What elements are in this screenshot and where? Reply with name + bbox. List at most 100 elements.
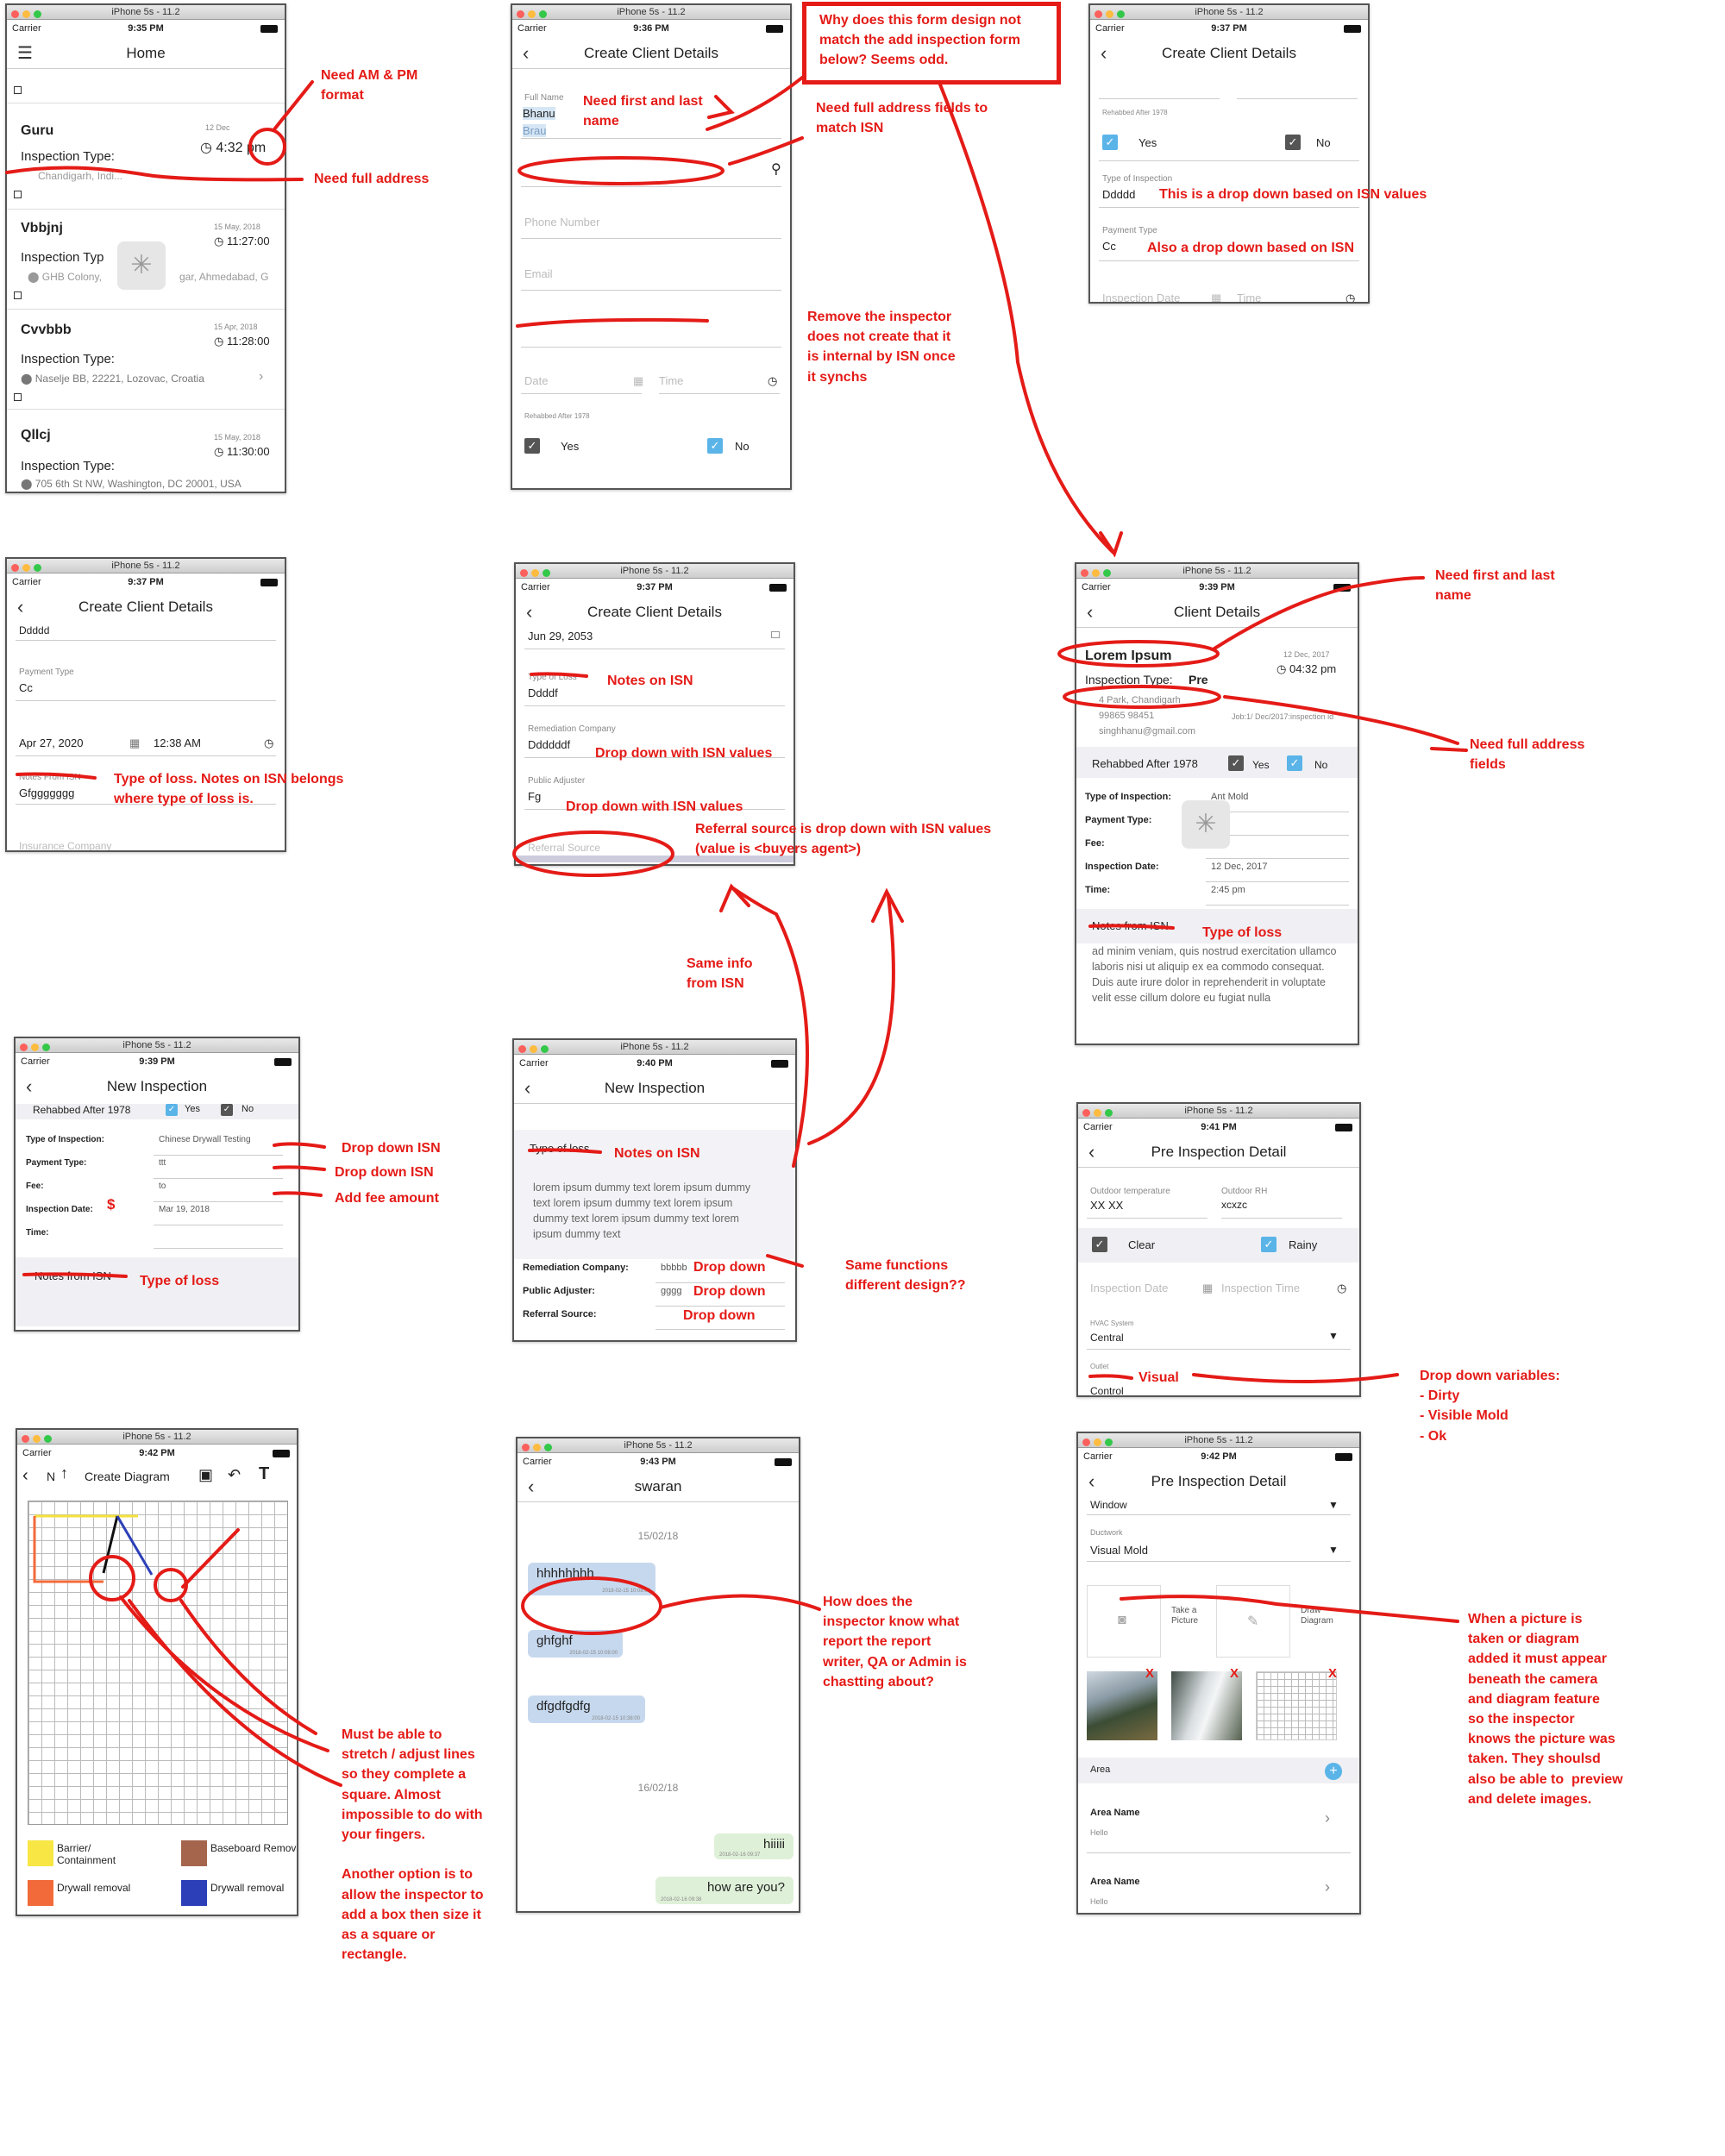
type-of-loss-field[interactable]: Ddddf [528, 686, 558, 699]
chat-bubble[interactable]: dfgdfgdfg 2018-02-15 10:38:00 [528, 1695, 645, 1723]
back-icon[interactable]: ‹ [526, 597, 532, 628]
yes-label: Yes [1138, 136, 1157, 149]
ductwork-select[interactable]: Visual Mold [1090, 1544, 1148, 1557]
insurance-company-field[interactable]: Insurance Company [19, 840, 111, 850]
checkbox[interactable] [771, 631, 780, 638]
time-field[interactable]: Time [1237, 291, 1261, 302]
notes-from-isn-field[interactable]: Gfggggggg [19, 787, 74, 799]
back-icon[interactable]: ‹ [1088, 1137, 1095, 1168]
list-item[interactable]: Guru 12 Dec ◷ 4:32 pm Inspection Type: C… [7, 113, 285, 210]
date-field[interactable]: Date [524, 374, 548, 387]
location-pin-icon[interactable]: ⚲ [771, 160, 781, 178]
chat-bubble[interactable]: how are you? 2018-02-16 09:38 [656, 1877, 794, 1904]
nav-title: Pre Inspection Detail [1151, 1473, 1287, 1489]
full-name-field[interactable]: Bhanu [523, 107, 555, 120]
dropdown-arrow-icon[interactable]: ▼ [1328, 1544, 1339, 1556]
yes-checkbox[interactable]: ✓ [524, 438, 540, 454]
yes-checkbox[interactable]: ✓ [166, 1104, 178, 1116]
item-time-text: 11:27:00 [226, 235, 270, 248]
field-value[interactable]: 12 Dec, 2017 [1211, 862, 1267, 872]
back-icon[interactable]: ‹ [528, 1471, 534, 1502]
back-icon[interactable]: ‹ [22, 1466, 28, 1486]
diagram-canvas[interactable] [28, 1501, 288, 1825]
inspection-date-field[interactable]: Inspection Date [1102, 291, 1180, 302]
payment-type-field[interactable]: Cc [1102, 240, 1116, 253]
time-field[interactable]: Time [659, 374, 683, 387]
delete-image-icon[interactable]: X [1328, 1666, 1337, 1681]
add-area-icon[interactable]: + [1325, 1763, 1342, 1780]
no-label: No [242, 1104, 254, 1114]
item-address-text: 705 6th St NW, Washington, DC 20001, USA [34, 478, 242, 490]
loading-spinner-icon: ✳ [117, 241, 166, 290]
delete-image-icon[interactable]: X [1230, 1666, 1239, 1681]
hvac-select[interactable]: Central [1090, 1332, 1124, 1344]
yes-checkbox[interactable]: ✓ [1102, 135, 1118, 150]
no-checkbox[interactable]: ✓ [221, 1104, 233, 1116]
list-item[interactable]: Cvvbbb 15 Apr, 2018 ◷ 11:28:00 Inspectio… [7, 310, 285, 410]
annotation-same-functions: Same functions different design?? [845, 1258, 966, 1294]
type-inspection-field[interactable]: Ddddd [1102, 188, 1135, 201]
public-adjuster-field[interactable]: Fg [528, 790, 541, 803]
back-icon[interactable]: ‹ [17, 592, 23, 623]
field-value[interactable]: ttt [159, 1158, 166, 1168]
window-select[interactable]: Window [1090, 1499, 1127, 1511]
yes-checkbox[interactable]: ✓ [1228, 755, 1244, 771]
save-icon[interactable]: ▣ [198, 1466, 213, 1484]
inspection-date-field[interactable]: Inspection Date [1090, 1282, 1168, 1294]
referral-source-field[interactable]: Referral Source [528, 842, 600, 854]
nav-title: Pre Inspection Detail [1151, 1144, 1287, 1160]
status-time: 9:42 PM [1201, 1451, 1237, 1462]
no-checkbox[interactable]: ✓ [1285, 135, 1301, 150]
payment-type-field[interactable]: Cc [19, 681, 33, 694]
chat-bubble[interactable]: hiiiii 2018-02-16 09:37 [714, 1833, 794, 1859]
field-value[interactable]: to [159, 1181, 166, 1191]
list-item[interactable] [7, 78, 285, 103]
date-field[interactable]: Jun 29, 2053 [528, 630, 593, 642]
status-time: 9:37 PM [128, 577, 164, 587]
list-item[interactable]: Vbbjnj 15 May, 2018 ◷ 11:27:00 Inspectio… [7, 210, 285, 310]
chevron-right-icon[interactable]: › [1325, 1878, 1330, 1896]
photo-thumbnail[interactable] [1087, 1671, 1157, 1740]
outdoor-temp-field[interactable]: XX XX [1090, 1199, 1123, 1212]
email-field[interactable]: Email [524, 267, 553, 280]
back-icon[interactable]: ‹ [1101, 38, 1107, 69]
undo-icon[interactable]: ↶ [228, 1466, 241, 1484]
time-field[interactable]: 12:38 AM [154, 736, 201, 749]
clear-checkbox[interactable]: ✓ [1092, 1237, 1107, 1252]
name-token[interactable]: Brau [523, 124, 547, 137]
rainy-checkbox[interactable]: ✓ [1261, 1237, 1276, 1252]
list-item[interactable]: Qllcj 15 May, 2018 ◷ 11:30:00 Inspection… [7, 411, 285, 492]
back-icon[interactable]: ‹ [524, 1073, 530, 1104]
no-checkbox[interactable]: ✓ [1287, 755, 1302, 771]
simulator-create-client-2: iPhone 5s - 11.2 Carrier 9:37 PM ‹ Create … [1088, 3, 1370, 304]
chat-bubble[interactable]: hhhhhhhh 2018-02-15 10:08:00 [528, 1563, 656, 1595]
back-icon[interactable]: ‹ [1087, 597, 1093, 628]
diagram-thumbnail[interactable] [1256, 1671, 1337, 1740]
back-icon[interactable]: ‹ [1088, 1466, 1095, 1497]
type-inspection-field[interactable]: Ddddd [19, 624, 49, 636]
delete-image-icon[interactable]: X [1145, 1666, 1154, 1681]
nav-bar: ‹ swaran [518, 1471, 799, 1502]
field-value[interactable]: Mar 19, 2018 [159, 1205, 210, 1214]
inspection-time-field[interactable]: Inspection Time [1221, 1282, 1300, 1294]
field-value[interactable]: Chinese Drywall Testing [159, 1135, 251, 1144]
outdoor-rh-field[interactable]: xcxzc [1221, 1199, 1247, 1211]
north-label: N [47, 1470, 56, 1483]
back-icon[interactable]: ‹ [523, 38, 529, 69]
field-value[interactable]: gggg [661, 1286, 681, 1296]
remediation-company-field[interactable]: Ddddddf [528, 738, 570, 751]
menu-icon[interactable]: ☰ [17, 38, 33, 69]
date-field[interactable]: Apr 27, 2020 [19, 736, 83, 749]
dropdown-arrow-icon[interactable]: ▼ [1328, 1499, 1339, 1511]
control-select[interactable]: Control [1090, 1385, 1124, 1395]
phone-field[interactable]: Phone Number [524, 216, 599, 229]
chat-bubble[interactable]: ghfghf 2018-02-15 10:08:00 [528, 1630, 623, 1658]
photo-thumbnail[interactable] [1171, 1671, 1242, 1740]
no-checkbox[interactable]: ✓ [707, 438, 723, 454]
text-tool-icon[interactable]: T [259, 1464, 269, 1484]
back-icon[interactable]: ‹ [26, 1071, 32, 1102]
field-value[interactable]: 2:45 pm [1211, 885, 1245, 895]
dropdown-arrow-icon[interactable]: ▼ [1328, 1330, 1339, 1342]
chevron-right-icon[interactable]: › [1325, 1809, 1330, 1827]
field-value[interactable]: bbbbb [661, 1263, 687, 1273]
